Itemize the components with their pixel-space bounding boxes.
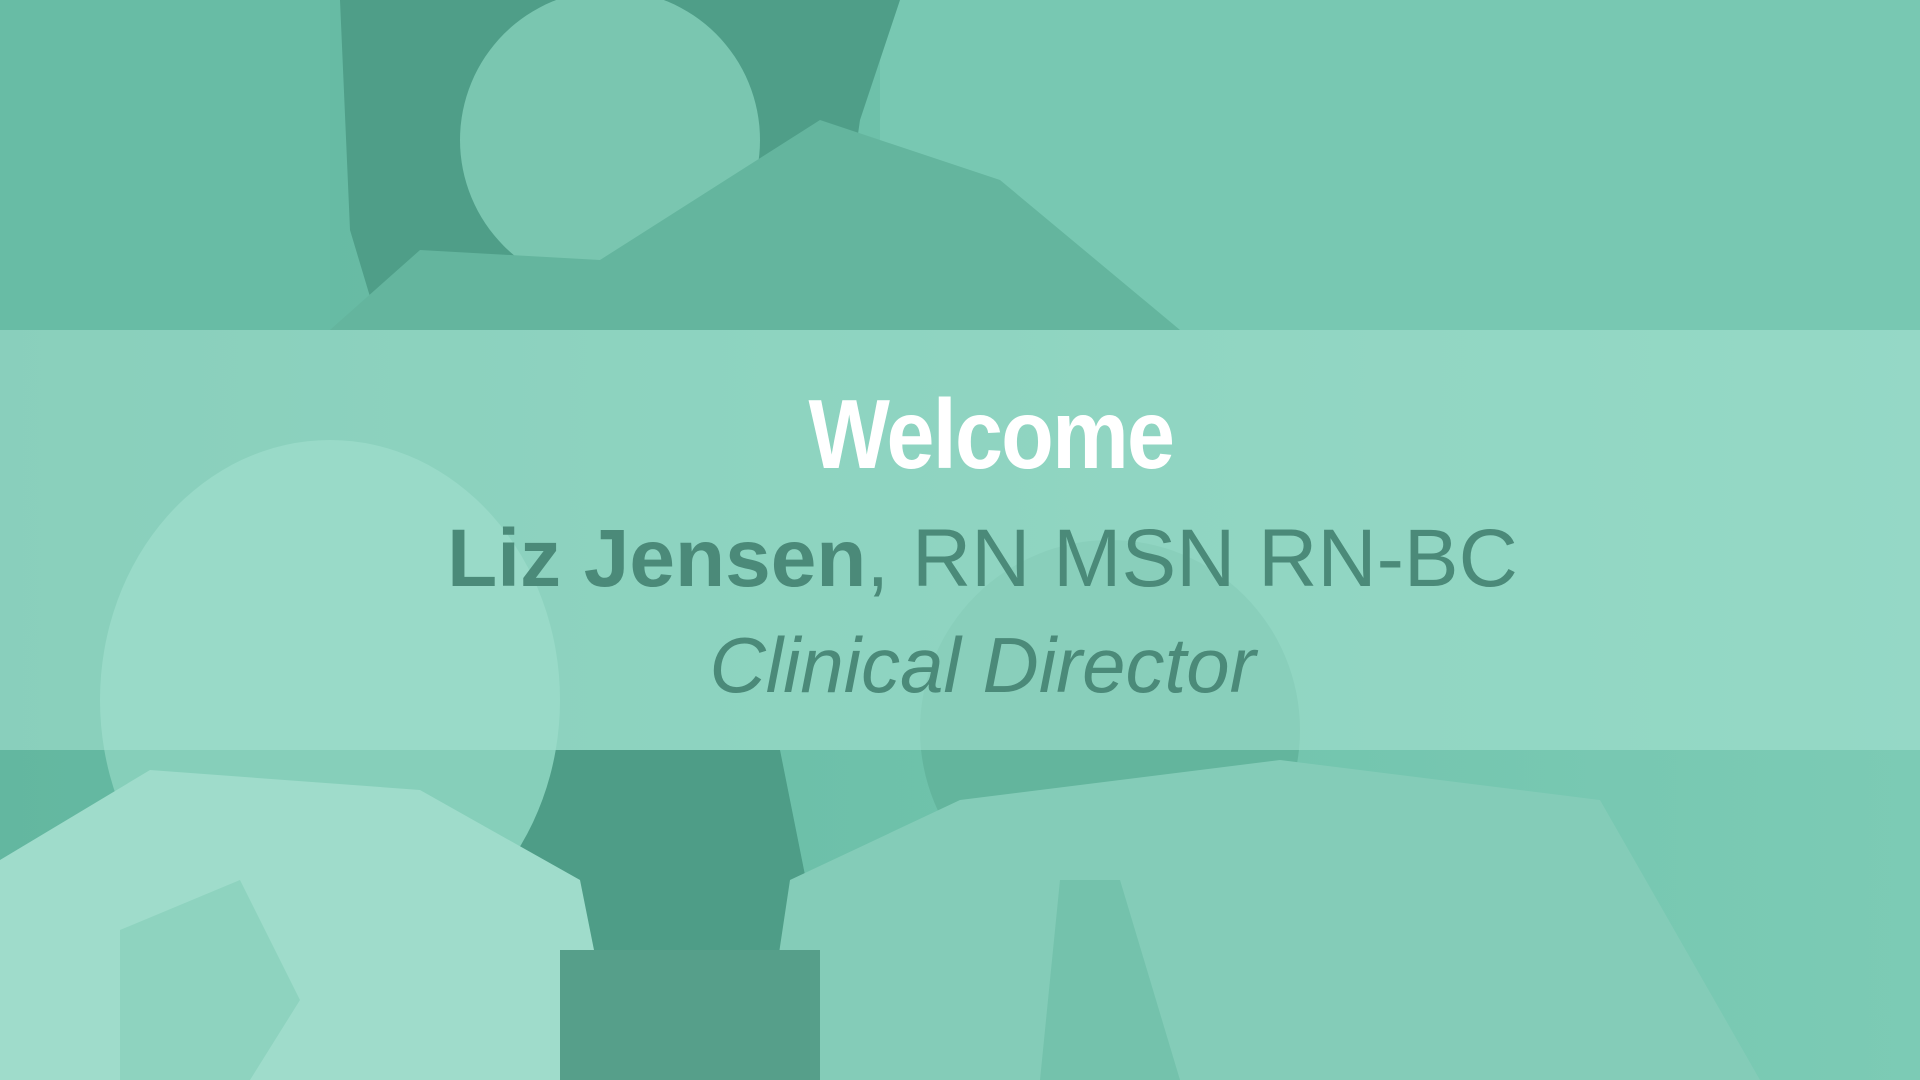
presenter-job-title: Clinical Director [709,621,1256,709]
welcome-heading: Welcome [808,379,1174,489]
presenter-credentials: RN MSN RN-BC [911,513,1518,604]
name-separator: , [866,513,912,604]
presenter-name: Liz Jensen [447,513,867,604]
title-slide: Welcome Liz Jensen, RN MSN RN-BC Clinica… [0,0,1920,1080]
presenter-name-line: Liz Jensen, RN MSN RN-BC [45,518,1920,600]
title-text-block: Welcome Liz Jensen, RN MSN RN-BC Clinica… [0,330,1920,750]
